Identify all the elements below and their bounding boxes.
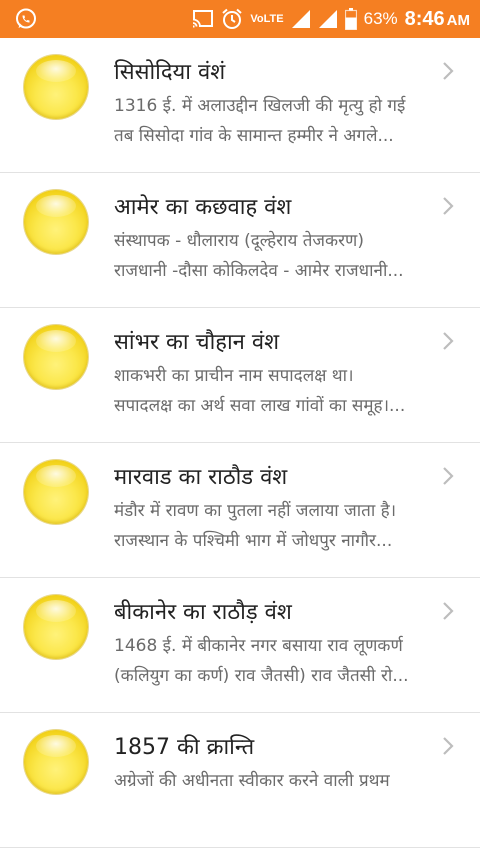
avatar <box>24 190 88 254</box>
list-item[interactable]: मारवाड का राठौड वंश मंडौर में रावण का पु… <box>0 443 480 578</box>
list-item[interactable]: सिसोदिया वंशं 1316 ई. में अलाउद्दीन खिलज… <box>0 38 480 173</box>
list-item[interactable]: सांभर का चौहान वंश शाकभरी का प्राचीन नाम… <box>0 308 480 443</box>
avatar <box>24 730 88 794</box>
description-line: शाकभरी का प्राचीन नाम सपादलक्ष था। <box>114 366 354 386</box>
avatar <box>24 595 88 659</box>
battery-icon <box>344 8 357 30</box>
chevron-right-icon <box>443 197 454 215</box>
item-description: 1468 ई. में बीकानेर नगर बसाया राव लूणकर्… <box>114 631 460 691</box>
avatar <box>24 325 88 389</box>
chevron-right-icon <box>443 467 454 485</box>
item-description: मंडौर में रावण का पुतला नहीं जलाया जाता … <box>114 496 460 556</box>
chevron-right-icon <box>443 602 454 620</box>
whatsapp-icon <box>14 7 38 31</box>
item-description: अग्रेजों की अधीनता स्वीकार करने वाली प्र… <box>114 766 460 796</box>
item-title: सिसोदिया वंशं <box>114 60 226 85</box>
item-title: आमेर का कछवाह वंश <box>114 195 292 220</box>
list-item[interactable]: बीकानेर का राठौड़ वंश 1468 ई. में बीकाने… <box>0 578 480 713</box>
cast-icon <box>192 10 214 28</box>
list-item[interactable]: आमेर का कछवाह वंश संस्थापक - धौलाराय (दू… <box>0 173 480 308</box>
description-line: मंडौर में रावण का पुतला नहीं जलाया जाता … <box>114 501 397 521</box>
clock-ampm: AM <box>446 11 470 29</box>
description-line: सपादलक्ष का अर्थ सवा लाख गांवों का समूह।… <box>114 396 406 416</box>
item-title: 1857 की क्रान्ति <box>114 735 255 760</box>
item-title: सांभर का चौहान वंश <box>114 330 280 355</box>
chevron-right-icon <box>443 737 454 755</box>
description-line: 1468 ई. में बीकानेर नगर बसाया राव लूणकर्… <box>114 636 403 656</box>
avatar <box>24 460 88 524</box>
item-description: संस्थापक - धौलाराय (दूल्हेराय तेजकरण) रा… <box>114 226 460 286</box>
clock-time: 8:46 <box>404 7 445 30</box>
description-line: (कलियुग का कर्ण) राव जैतसी) राव जैतसी रो… <box>114 666 409 686</box>
list-item[interactable]: 1857 की क्रान्ति अग्रेजों की अधीनता स्वी… <box>0 713 480 848</box>
description-line: तब सिसोदा गांव के सामान्त हम्मीर ने अगले… <box>114 126 394 146</box>
item-description: 1316 ई. में अलाउद्दीन खिलजी की मृत्यु हो… <box>114 91 460 151</box>
item-title: बीकानेर का राठौड़ वंश <box>114 600 292 625</box>
item-title: मारवाड का राठौड वंश <box>114 465 288 490</box>
battery-percent: 63% <box>363 9 398 28</box>
description-line: राजस्थान के पश्चिमी भाग में जोधपुर नागौर… <box>114 531 393 551</box>
chevron-right-icon <box>443 332 454 350</box>
description-line: राजधानी -दौसा कोकिलदेव - आमेर राजधानी... <box>114 261 404 281</box>
alarm-icon <box>222 8 243 29</box>
avatar <box>24 55 88 119</box>
item-description: शाकभरी का प्राचीन नाम सपादलक्ष था। सपादल… <box>114 361 460 421</box>
status-bar: VoLTE 63% 8:46 AM <box>0 0 480 38</box>
clock: 8:46 AM <box>405 8 470 31</box>
description-line: 1316 ई. में अलाउद्दीन खिलजी की मृत्यु हो… <box>114 96 406 116</box>
signal-icon <box>318 10 337 28</box>
description-line: संस्थापक - धौलाराय (दूल्हेराय तेजकरण) <box>114 231 364 251</box>
signal-icon <box>291 10 310 28</box>
volte-label: VoLTE <box>250 13 284 25</box>
chevron-right-icon <box>443 62 454 80</box>
dynasty-list: सिसोदिया वंशं 1316 ई. में अलाउद्दीन खिलज… <box>0 38 480 848</box>
description-line: अग्रेजों की अधीनता स्वीकार करने वाली प्र… <box>114 771 390 791</box>
